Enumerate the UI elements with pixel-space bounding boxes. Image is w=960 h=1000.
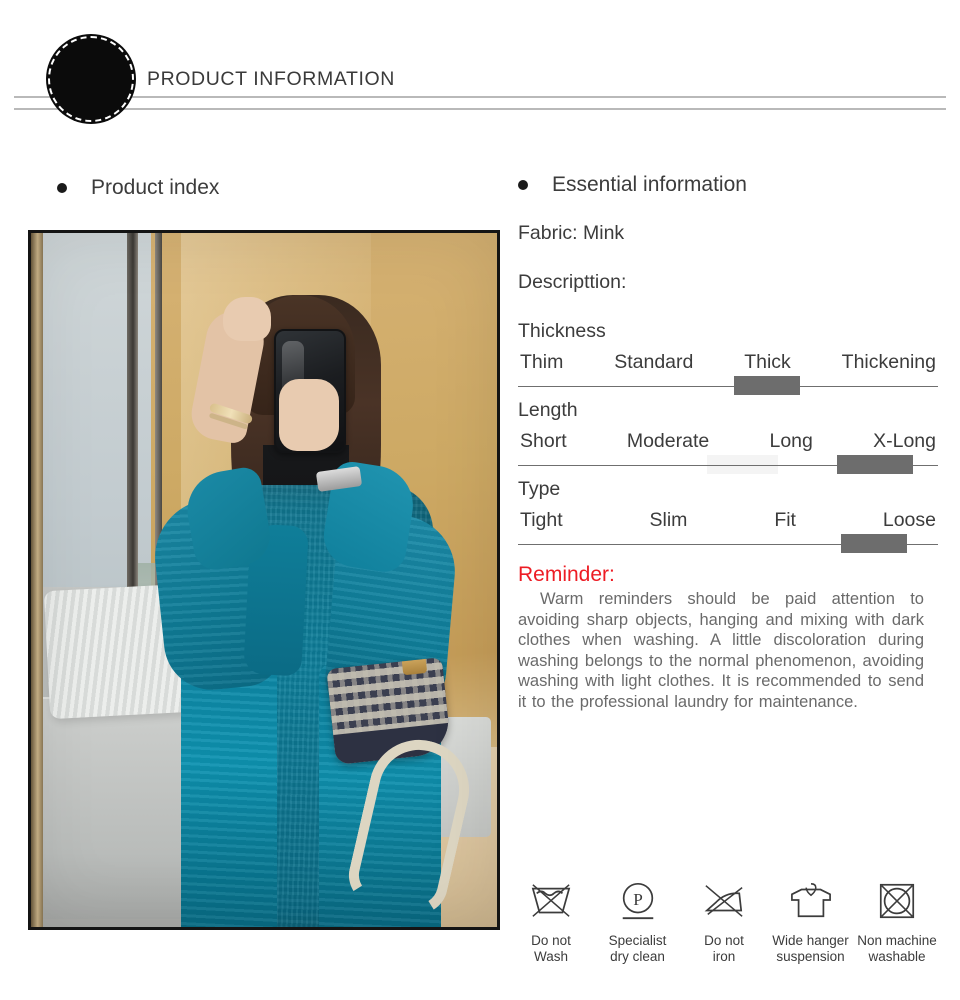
filled-circle-badge-icon	[48, 36, 134, 122]
do-not-iron-icon	[700, 878, 748, 924]
photo-coat-fur-texture-left	[181, 663, 277, 927]
product-index-label: Product index	[91, 176, 220, 199]
thickness-scale[interactable]: Thim Standard Thick Thickening	[518, 351, 938, 397]
thickness-option-thim[interactable]: Thim	[520, 351, 563, 374]
care-label-do-not-iron: Do not iron	[704, 933, 744, 964]
page-title: PRODUCT INFORMATION	[147, 68, 395, 90]
thickness-scale-bar	[518, 385, 938, 387]
thickness-option-thick[interactable]: Thick	[744, 351, 791, 374]
care-label-non-machine-washable: Non machine washable	[857, 933, 937, 964]
type-label: Type	[518, 478, 561, 500]
care-item-do-not-wash: Do not Wash	[508, 878, 594, 965]
photo-coat-skirt-left	[181, 663, 277, 927]
specialist-dry-clean-p-icon: P	[614, 878, 662, 924]
header-rule-bottom	[14, 108, 946, 110]
length-option-long[interactable]: Long	[769, 430, 812, 453]
product-image[interactable]	[28, 230, 500, 930]
description-label: Descripttion:	[518, 271, 627, 293]
thickness-label: Thickness	[518, 320, 606, 342]
thickness-options: Thim Standard Thick Thickening	[518, 351, 938, 374]
section-heading-product-index: Product index	[57, 176, 219, 200]
length-selected-marker	[837, 455, 913, 474]
type-option-fit[interactable]: Fit	[774, 509, 796, 532]
thickness-selected-marker	[734, 376, 801, 395]
spec-group-thickness: Thickness Thim Standard Thick Thickening	[518, 320, 938, 397]
care-symbols-row: Do not Wash P Specialist dry clean Do no…	[508, 878, 940, 965]
type-scale[interactable]: Tight Slim Fit Loose	[518, 509, 938, 555]
photo-mirror-edge	[31, 233, 43, 927]
section-heading-essential-information: Essential information	[518, 173, 747, 197]
care-item-wide-hanger-suspension: Wide hanger suspension	[768, 878, 854, 965]
length-option-short[interactable]: Short	[520, 430, 567, 453]
length-label: Length	[518, 399, 578, 421]
length-option-moderate[interactable]: Moderate	[627, 430, 709, 453]
type-option-loose[interactable]: Loose	[883, 509, 936, 532]
length-scale[interactable]: Short Moderate Long X-Long	[518, 430, 938, 476]
header-rule-top	[14, 96, 946, 98]
care-label-specialist-dry-clean: Specialist dry clean	[608, 933, 667, 964]
fabric-line: Fabric: Mink	[518, 222, 625, 244]
length-options: Short Moderate Long X-Long	[518, 430, 938, 453]
type-option-tight[interactable]: Tight	[520, 509, 563, 532]
bullet-dot-icon	[518, 180, 528, 190]
reminder-body: Warm reminders should be paid attention …	[518, 590, 924, 711]
thickness-option-standard[interactable]: Standard	[614, 351, 693, 374]
non-machine-washable-icon	[873, 878, 921, 924]
type-options: Tight Slim Fit Loose	[518, 509, 938, 532]
do-not-wash-icon	[527, 878, 575, 924]
wide-hanger-suspension-icon	[787, 878, 835, 924]
svg-text:P: P	[633, 890, 643, 909]
bullet-dot-icon	[57, 183, 67, 193]
care-label-do-not-wash: Do not Wash	[531, 933, 571, 964]
spec-group-length: Length Short Moderate Long X-Long	[518, 399, 938, 476]
page-header: PRODUCT INFORMATION	[0, 0, 960, 145]
care-item-do-not-iron: Do not iron	[681, 878, 767, 965]
essential-information-panel: Fabric: Mink Descripttion: Thickness Thi…	[518, 222, 938, 712]
spec-group-type: Type Tight Slim Fit Loose	[518, 478, 938, 555]
care-label-wide-hanger-suspension: Wide hanger suspension	[772, 933, 849, 964]
care-item-non-machine-washable: Non machine washable	[854, 878, 940, 965]
type-option-slim[interactable]: Slim	[650, 509, 688, 532]
photo-model-hand-raised	[223, 297, 271, 341]
type-selected-marker	[841, 534, 908, 553]
photo-model-hand-holding-phone	[279, 379, 339, 451]
essential-information-label: Essential information	[552, 173, 747, 196]
reminder-title: Reminder:	[518, 563, 615, 586]
care-item-specialist-dry-clean: P Specialist dry clean	[595, 878, 681, 965]
product-image-content	[31, 233, 497, 927]
thickness-option-thickening[interactable]: Thickening	[842, 351, 936, 374]
length-option-xlong[interactable]: X-Long	[873, 430, 936, 453]
